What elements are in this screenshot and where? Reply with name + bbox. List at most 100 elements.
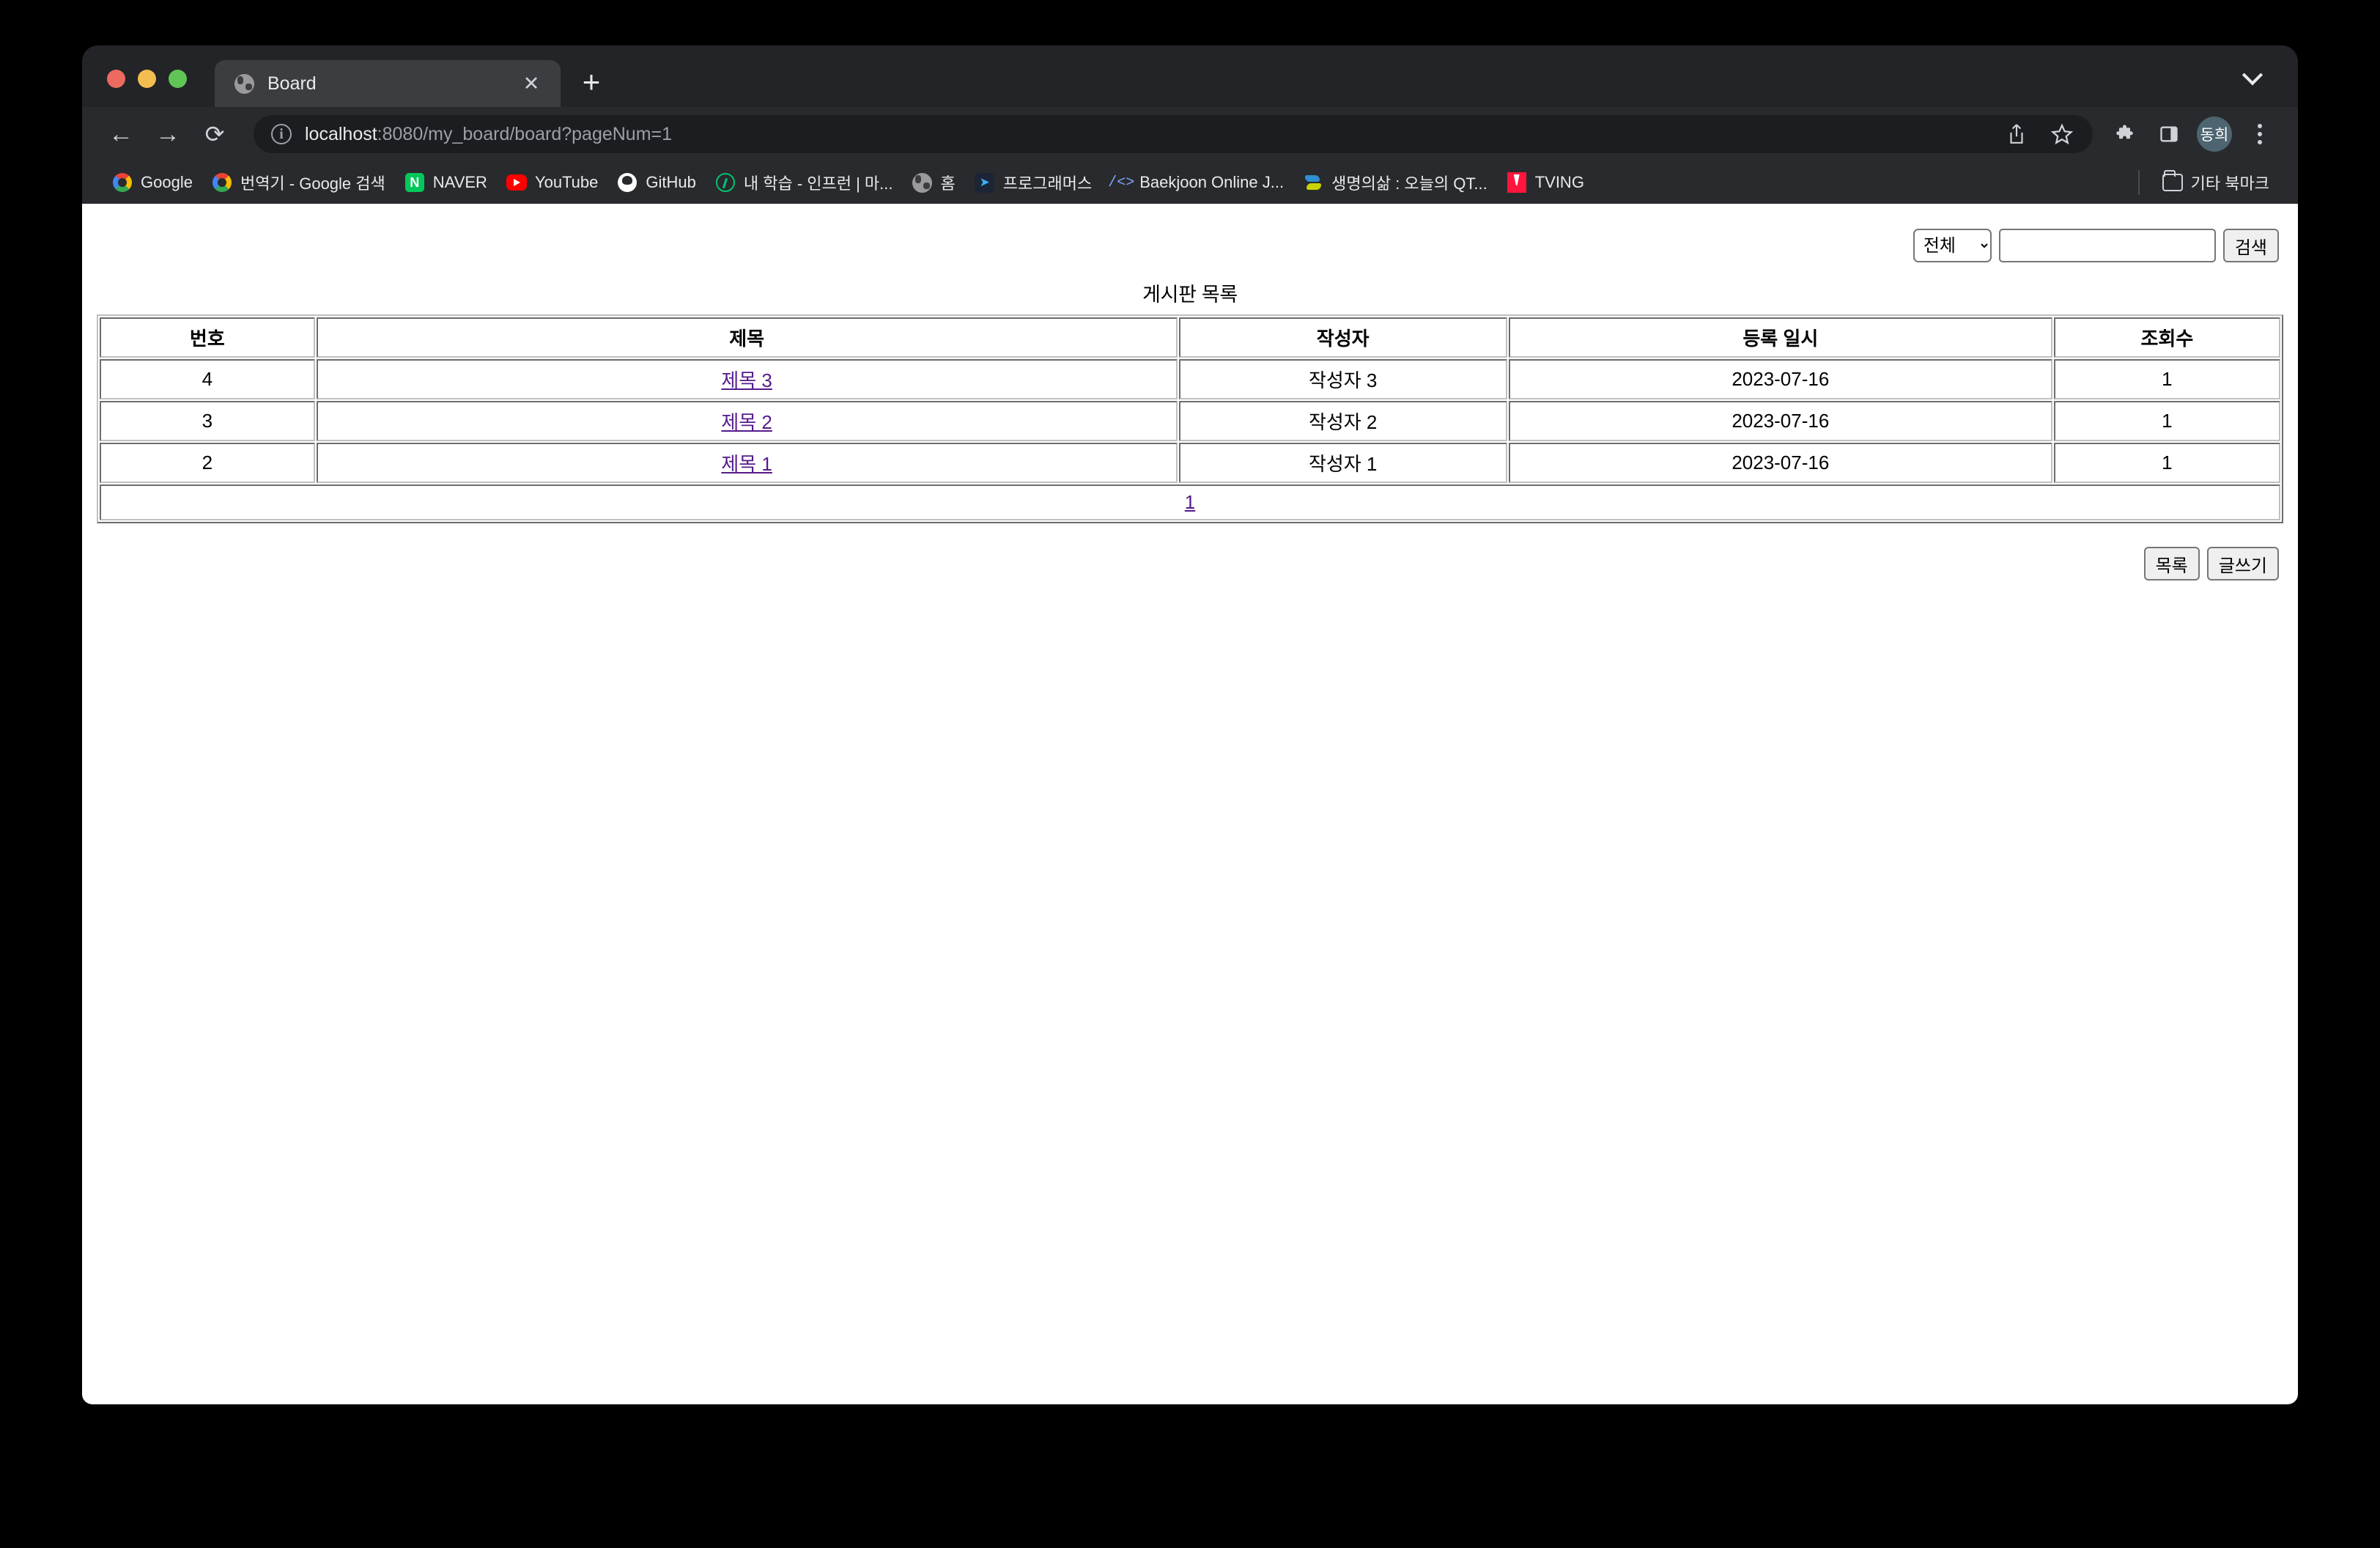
bookmark-google[interactable]: Google: [103, 167, 202, 198]
site-info-icon[interactable]: i: [271, 124, 292, 144]
kebab-menu-icon[interactable]: [2241, 115, 2279, 153]
globe-icon: [912, 172, 933, 193]
browser-toolbar: ← → ⟳ i localhost:8080/my_board/board?pa…: [82, 107, 2298, 161]
board-table: 번호 제목 작성자 등록 일시 조회수 4 제목 3 작성자 3 2023-07…: [97, 314, 2283, 523]
github-icon: [617, 172, 638, 193]
search-bar: 전체 제목 내용 작성자 검색: [97, 215, 2283, 262]
other-bookmarks-area: 기타 북마크: [2137, 166, 2279, 199]
bookmark-label: NAVER: [432, 173, 487, 191]
bookmark-label: 홈: [940, 174, 956, 193]
extensions-puzzle-icon[interactable]: [2107, 115, 2146, 153]
header-date: 등록 일시: [1508, 317, 2052, 358]
bookmark-tving[interactable]: TVING: [1497, 167, 1594, 198]
cell-hit: 1: [2053, 443, 2280, 483]
google-icon: [112, 172, 133, 193]
folder-icon: [2162, 170, 2183, 193]
new-tab-button[interactable]: +: [571, 62, 612, 103]
bookmark-youtube[interactable]: YouTube: [497, 167, 607, 198]
post-title-link[interactable]: 제목 1: [721, 453, 772, 475]
tving-icon: [1507, 172, 1527, 193]
chevron-down-icon[interactable]: [2235, 62, 2270, 97]
bookmark-programmers[interactable]: ➤ 프로그래머스: [965, 166, 1101, 199]
url-host: localhost: [305, 123, 377, 144]
cell-no: 4: [100, 359, 315, 399]
tab-strip: Board ✕ +: [82, 45, 2298, 107]
window-controls: [107, 70, 187, 107]
cell-no: 3: [100, 401, 315, 441]
bookmark-star-icon[interactable]: [2043, 115, 2081, 153]
write-button[interactable]: 글쓰기: [2206, 547, 2279, 580]
profile-avatar[interactable]: 동희: [2197, 117, 2232, 152]
page-viewport: 전체 제목 내용 작성자 검색 게시판 목록 번호 제목 작성자 등록 일시 조…: [82, 204, 2298, 1404]
bottom-button-group: 목록 글쓰기: [97, 547, 2283, 580]
url-text: localhost:8080/my_board/board?pageNum=1: [305, 124, 1984, 145]
bookmark-label: 생명의삶 : 오늘의 QT...: [1331, 174, 1488, 193]
search-button[interactable]: 검색: [2222, 229, 2279, 262]
header-writer: 작성자: [1178, 317, 1507, 358]
globe-icon: [234, 73, 254, 94]
bookmark-naver[interactable]: N NAVER: [395, 167, 497, 198]
post-title-link[interactable]: 제목 2: [721, 411, 772, 433]
cell-title: 제목 2: [316, 401, 1178, 441]
cell-writer: 작성자 1: [1178, 443, 1507, 483]
cell-writer: 작성자 3: [1178, 359, 1507, 399]
inflearn-icon: [715, 172, 736, 193]
programmers-icon: ➤: [975, 172, 995, 193]
back-button[interactable]: ←: [100, 113, 142, 155]
page-link-1[interactable]: 1: [1185, 491, 1195, 513]
bookmark-label: 내 학습 - 인프런 | 마...: [743, 174, 893, 193]
cell-title: 제목 3: [316, 359, 1178, 399]
bookmark-translate[interactable]: 번역기 - Google 검색: [202, 166, 395, 199]
table-row: 4 제목 3 작성자 3 2023-07-16 1: [100, 359, 2280, 399]
google-icon: [212, 172, 232, 193]
bookmark-label: YouTube: [534, 173, 599, 191]
cell-date: 2023-07-16: [1508, 359, 2052, 399]
other-bookmarks-button[interactable]: 기타 북마크: [2153, 166, 2279, 199]
forward-button[interactable]: →: [147, 113, 189, 155]
header-title: 제목: [316, 317, 1178, 358]
search-category-select[interactable]: 전체 제목 내용 작성자: [1912, 229, 1992, 262]
bookmark-label: GitHub: [646, 173, 696, 191]
table-row: 2 제목 1 작성자 1 2023-07-16 1: [100, 443, 2280, 483]
table-row: 3 제목 2 작성자 2 2023-07-16 1: [100, 401, 2280, 441]
minimize-window-button[interactable]: [138, 70, 156, 88]
browser-window: Board ✕ + ← → ⟳ i localhost:8080/my_boar…: [82, 45, 2298, 1404]
bookmark-label: 번역기 - Google 검색: [240, 174, 385, 193]
side-panel-icon[interactable]: [2150, 115, 2188, 153]
address-bar[interactable]: i localhost:8080/my_board/board?pageNum=…: [254, 115, 2093, 153]
close-tab-button[interactable]: ✕: [518, 70, 544, 97]
close-window-button[interactable]: [107, 70, 125, 88]
page-title: 게시판 목록: [1142, 284, 1238, 306]
pagination-cell: 1: [100, 484, 2280, 520]
bookmark-baekjoon[interactable]: /<> Baekjoon Online J...: [1101, 167, 1293, 198]
bookmark-github[interactable]: GitHub: [607, 167, 705, 198]
bookmarks-bar: Google 번역기 - Google 검색 N NAVER YouTube G…: [82, 161, 2298, 204]
search-input[interactable]: [1998, 229, 2216, 262]
share-icon[interactable]: [1998, 115, 2036, 153]
other-bookmarks-label: 기타 북마크: [2190, 174, 2269, 193]
cell-hit: 1: [2053, 359, 2280, 399]
bookmark-label: Baekjoon Online J...: [1139, 173, 1285, 191]
bookmark-label: 프로그래머스: [1002, 174, 1093, 193]
cell-writer: 작성자 2: [1178, 401, 1507, 441]
reload-button[interactable]: ⟳: [193, 113, 236, 155]
cell-title: 제목 1: [316, 443, 1178, 483]
table-header-row: 번호 제목 작성자 등록 일시 조회수: [100, 317, 2280, 358]
baekjoon-icon: /<>: [1108, 174, 1135, 191]
cell-hit: 1: [2053, 401, 2280, 441]
bookmark-home[interactable]: 홈: [903, 166, 965, 199]
cell-date: 2023-07-16: [1508, 401, 2052, 441]
bookmark-qt[interactable]: 생명의삶 : 오늘의 QT...: [1293, 166, 1497, 199]
browser-tab[interactable]: Board ✕: [215, 60, 561, 107]
header-hit: 조회수: [2053, 317, 2280, 358]
youtube-icon: [506, 172, 527, 193]
header-no: 번호: [100, 317, 315, 358]
pagination-row: 1: [100, 484, 2280, 520]
post-title-link[interactable]: 제목 3: [721, 369, 772, 391]
maximize-window-button[interactable]: [169, 70, 187, 88]
naver-icon: N: [404, 172, 425, 193]
qt-icon: [1303, 172, 1323, 193]
bookmark-inflearn[interactable]: 내 학습 - 인프런 | 마...: [706, 166, 903, 199]
omnibox-actions: [1998, 115, 2081, 153]
list-button[interactable]: 목록: [2143, 547, 2200, 580]
